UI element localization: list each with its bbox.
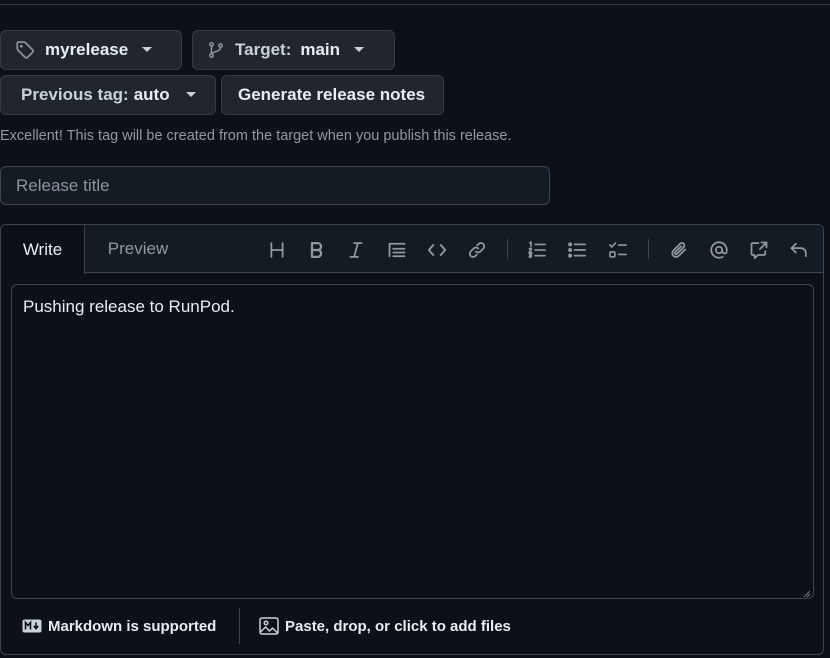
target-select-button[interactable]: Target: main: [192, 30, 395, 70]
generate-release-notes-label: Generate release notes: [238, 85, 426, 104]
footer-divider: [239, 608, 240, 644]
ordered-list-icon[interactable]: [524, 237, 550, 263]
top-divider: [0, 4, 830, 5]
image-icon: [259, 617, 279, 635]
tag-icon: [15, 40, 35, 60]
release-title-input[interactable]: [0, 166, 550, 205]
previous-tag-select-button[interactable]: Previous tag: auto: [0, 75, 216, 115]
bold-icon[interactable]: [304, 237, 330, 263]
mention-icon[interactable]: [706, 237, 732, 263]
target-value: main: [300, 40, 341, 59]
undo-icon[interactable]: [786, 237, 812, 263]
chevron-down-icon: [142, 47, 153, 53]
markdown-supported-link[interactable]: Markdown is supported: [22, 614, 216, 638]
release-notes-textarea[interactable]: Pushing release to RunPod.: [11, 284, 814, 599]
italic-icon[interactable]: [343, 237, 369, 263]
generate-release-notes-button[interactable]: Generate release notes: [221, 75, 444, 115]
heading-icon[interactable]: [264, 237, 290, 263]
target-prefix: Target:: [235, 40, 292, 59]
markdown-supported-label: Markdown is supported: [48, 617, 217, 635]
add-files-button[interactable]: Paste, drop, or click to add files: [259, 614, 511, 638]
tag-select-button[interactable]: myrelease: [0, 30, 182, 70]
toolbar-divider: [648, 239, 649, 259]
previous-tag-value: auto: [133, 85, 170, 104]
task-list-icon[interactable]: [605, 237, 631, 263]
link-icon[interactable]: [464, 237, 490, 263]
add-files-label: Paste, drop, or click to add files: [285, 617, 511, 635]
chevron-down-icon: [354, 47, 365, 53]
git-branch-icon: [207, 40, 225, 60]
attach-icon[interactable]: [666, 237, 692, 263]
unordered-list-icon[interactable]: [564, 237, 590, 263]
code-icon[interactable]: [424, 237, 450, 263]
quote-icon[interactable]: [384, 237, 410, 263]
markdown-editor: Write Preview Pushing release to RunPod.…: [0, 224, 824, 655]
chevron-down-icon: [185, 92, 196, 98]
tag-select-label: myrelease: [45, 40, 129, 59]
editor-tab-bar: Write Preview: [1, 225, 823, 274]
tab-preview[interactable]: Preview: [85, 225, 191, 273]
reference-icon[interactable]: [746, 237, 772, 263]
previous-tag-prefix: Previous tag:: [21, 85, 129, 104]
tab-write[interactable]: Write: [1, 225, 85, 274]
resize-handle[interactable]: [801, 585, 811, 598]
tag-hint-text: Excellent! This tag will be created from…: [0, 128, 512, 144]
markdown-icon: [22, 619, 42, 633]
toolbar-divider: [507, 239, 508, 259]
